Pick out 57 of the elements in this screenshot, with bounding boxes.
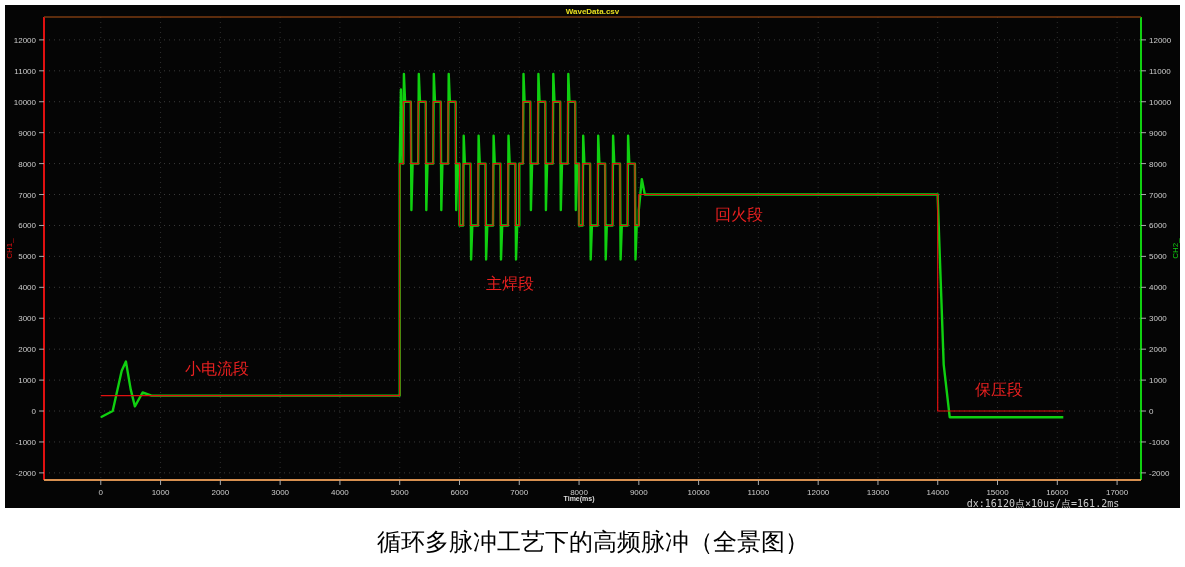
tick-label: 12000 <box>1149 35 1172 45</box>
tick-label: 9000 <box>629 488 648 497</box>
tick-label: 1000 <box>18 376 36 386</box>
tick-label: 1000 <box>1149 376 1167 386</box>
tick-label: 3000 <box>18 314 36 324</box>
tick-label: 13000 <box>866 488 890 497</box>
tick-label: 7000 <box>18 190 36 200</box>
annotation-label: 回火段 <box>715 206 763 223</box>
annotation-label: 小电流段 <box>185 360 249 377</box>
tick-label: 8000 <box>1149 159 1167 169</box>
tick-label: 11000 <box>14 66 36 76</box>
tick-label: 5000 <box>18 252 36 262</box>
tick-label: 6000 <box>18 221 36 231</box>
tick-label: 17000 <box>1105 488 1129 497</box>
tick-label: -2000 <box>1149 468 1170 478</box>
tick-label: 10000 <box>1149 97 1172 107</box>
tick-label: 2000 <box>18 345 36 355</box>
tick-label: -1000 <box>1149 437 1170 447</box>
tick-label: 10000 <box>687 488 710 497</box>
annotation-label: 保压段 <box>975 381 1023 398</box>
axis-title: CH2_ <box>1171 238 1180 259</box>
tick-label: 10000 <box>13 97 36 107</box>
tick-label: 12000 <box>807 488 830 497</box>
tick-label: 4000 <box>331 488 349 497</box>
tick-label: 4000 <box>18 283 36 293</box>
tick-label: 9000 <box>1149 128 1167 138</box>
tick-label: 1000 <box>151 488 170 497</box>
tick-label: -2000 <box>15 468 36 478</box>
info-text: dx:16120点×10us/点=161.2ms <box>966 498 1120 509</box>
tick-label: 11000 <box>1149 66 1171 76</box>
tick-label: 5000 <box>390 488 409 497</box>
axis-title: CH1_ <box>5 238 14 259</box>
tick-label: 15000 <box>986 488 1009 497</box>
tick-label: 16000 <box>1046 488 1069 497</box>
tick-label: 14000 <box>926 488 949 497</box>
chart-title: WaveData.csv <box>565 7 620 16</box>
tick-label: 7000 <box>1149 190 1167 200</box>
tick-label: -1000 <box>15 437 36 447</box>
tick-label: 4000 <box>1149 283 1167 293</box>
tick-label: 7000 <box>510 488 529 497</box>
tick-label: 3000 <box>271 488 290 497</box>
tick-label: 5000 <box>1149 252 1167 262</box>
tick-label: 0 <box>31 407 36 417</box>
tick-label: 6000 <box>1149 221 1167 231</box>
annotation-label: 主焊段 <box>486 275 534 292</box>
figure-caption: 循环多脉冲工艺下的高频脉冲（全景图） <box>376 527 809 558</box>
tick-label: 6000 <box>450 488 469 497</box>
tick-label: 8000 <box>570 488 588 497</box>
tick-label: 2000 <box>1149 345 1167 355</box>
tick-label: 8000 <box>18 159 36 169</box>
tick-label: 2000 <box>211 488 230 497</box>
tick-label: 9000 <box>18 128 36 138</box>
tick-label: 3000 <box>1149 314 1167 324</box>
tick-label: 12000 <box>13 35 36 45</box>
tick-label: 0 <box>98 488 103 497</box>
tick-label: 0 <box>1149 407 1154 417</box>
tick-label: 11000 <box>747 488 770 497</box>
